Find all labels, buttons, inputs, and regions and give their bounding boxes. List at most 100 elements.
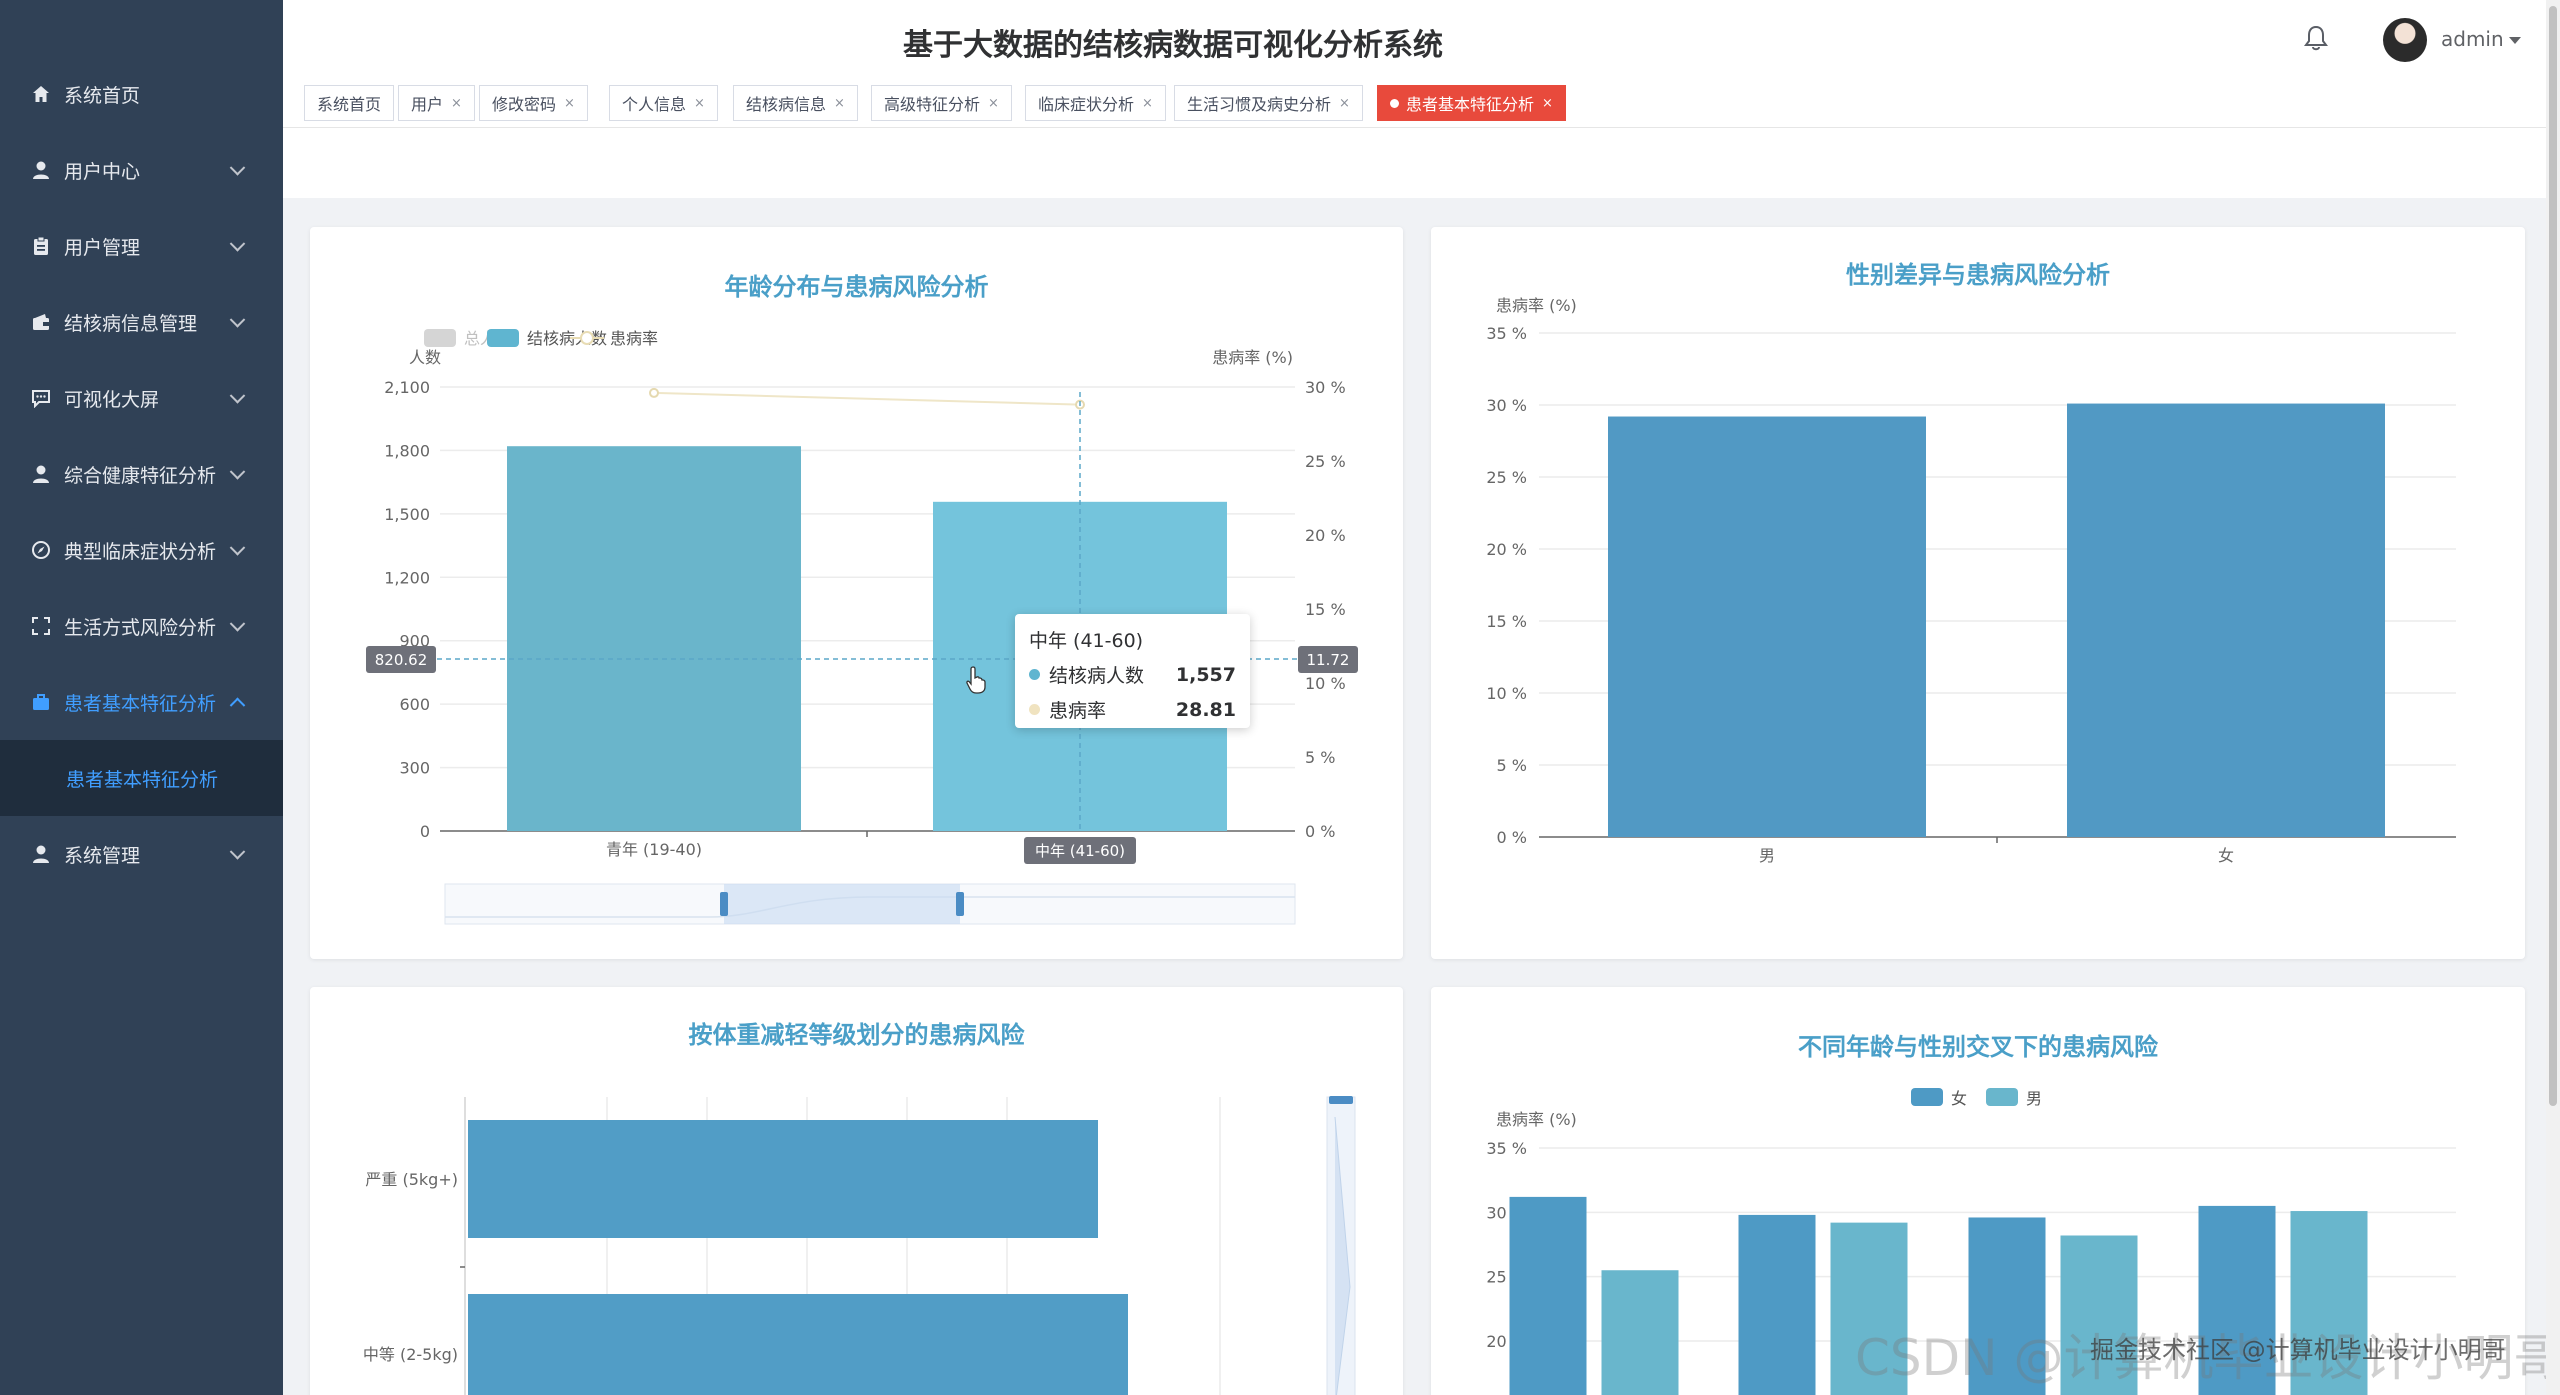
tag-lifestyle-analysis[interactable]: 生活习惯及病史分析 × [1174, 85, 1363, 121]
bell-icon[interactable] [2303, 24, 2329, 52]
sidebar-item-big-screen[interactable]: 可视化大屏 [0, 360, 283, 436]
sidebar-item-label: 结核病信息管理 [64, 312, 198, 335]
tooltip-value: 1,557 [1175, 663, 1236, 686]
sidebar-item-label: 患者基本特征分析 [64, 692, 217, 715]
bar [1608, 416, 1926, 837]
y-axis-name: 患病率 (%) [1496, 296, 1577, 315]
caret-down-icon[interactable] [2509, 37, 2521, 44]
age-distribution-chart[interactable]: 总人数结核病人数患病率人数患病率 (%)03006009001,2001,500… [310, 227, 1403, 959]
age-distribution-panel: 年龄分布与患病风险分析 总人数结核病人数患病率人数患病率 (%)03006009… [310, 227, 1403, 959]
tooltip-dot [1029, 669, 1040, 680]
y-axis-name: 患病率 (%) [1496, 1110, 1577, 1129]
close-icon[interactable]: × [1142, 96, 1153, 111]
close-icon[interactable]: × [451, 96, 462, 111]
user-icon [30, 843, 52, 865]
y-tick-label: 30 % [1486, 396, 1527, 415]
sidebar-item-label: 综合健康特征分析 [64, 464, 217, 487]
sidebar-item-symptom-analysis[interactable]: 典型临床症状分析 [0, 512, 283, 588]
sidebar-item-health-analysis[interactable]: 综合健康特征分析 [0, 436, 283, 512]
gender-difference-chart[interactable]: 患病率 (%) 0 % 5 % 10 % 15 % 20 % 25 % 30 % 35 % 男 女 [1431, 227, 2525, 959]
tag-advanced-analysis[interactable]: 高级特征分析 × [871, 85, 1012, 121]
top-header: 基于大数据的结核病数据可视化分析系统 admin [283, 0, 2560, 78]
sidebar-item-user-management[interactable]: 用户管理 [0, 208, 283, 284]
tooltip-series-name: 结核病人数 [1049, 665, 1145, 687]
chart-tooltip: 中年 (41-60) 结核病人数 1,557 患病率 28.81 [1015, 614, 1250, 728]
y-tick-label: 1,500 [384, 505, 430, 524]
tooltip-series-name: 患病率 [1049, 700, 1107, 722]
weight-loss-chart[interactable]: 严重 (5kg+) 中等 (2-5kg) [310, 987, 1403, 1395]
y-right-tick-label: 15 % [1305, 600, 1346, 619]
legend-label: 患病率 [610, 329, 658, 348]
avatar[interactable] [2383, 18, 2427, 62]
y-tick-label: 15 % [1486, 612, 1527, 631]
chevron-down-icon [229, 236, 246, 252]
bar [2067, 403, 2385, 837]
sidebar-item-label: 可视化大屏 [64, 388, 160, 411]
watermark-overlay: 掘金技术社区 @计算机毕业设计小明哥 [2090, 1336, 2506, 1364]
tag-user[interactable]: 用户 × [398, 85, 475, 121]
bar [468, 1294, 1128, 1395]
tag-home[interactable]: 系统首页 [304, 85, 395, 121]
close-icon[interactable]: × [564, 96, 575, 111]
data-zoom-handle-left [720, 892, 728, 916]
close-icon[interactable]: × [988, 96, 999, 111]
tooltip-row: 患病率 28.81 [1029, 696, 1236, 723]
tag-label: 结核病信息 [746, 95, 827, 114]
data-zoom-handle-right [956, 892, 964, 916]
tag-change-password[interactable]: 修改密码 × [479, 85, 588, 121]
tag-tb-info[interactable]: 结核病信息 × [733, 85, 858, 121]
data-zoom-handle [1329, 1096, 1353, 1104]
y-right-tick-label: 30 % [1305, 378, 1346, 397]
tag-label: 生活习惯及病史分析 [1187, 95, 1332, 114]
chevron-down-icon [229, 464, 246, 480]
axis-pointer-label: 中年 (41-60) [1035, 842, 1125, 860]
tag-label: 高级特征分析 [884, 95, 981, 114]
tooltip-dot [1029, 704, 1040, 715]
chevron-down-icon [229, 616, 246, 632]
tag-label: 用户 [411, 95, 444, 114]
close-icon[interactable]: × [1339, 96, 1350, 111]
hand-cursor-icon [966, 666, 986, 694]
username[interactable]: admin [2441, 27, 2504, 51]
legend-swatch [424, 329, 456, 347]
sidebar-item-patient-analysis[interactable]: 患者基本特征分析 [0, 664, 283, 740]
close-icon[interactable]: × [1542, 96, 1553, 111]
bar [468, 1120, 1098, 1238]
sidebar-item-label: 系统首页 [64, 84, 141, 107]
tag-patient-analysis[interactable]: 患者基本特征分析 × [1377, 85, 1566, 121]
scrollbar-thumb[interactable] [2549, 6, 2557, 1106]
legend-label: 女 [1951, 1089, 1967, 1108]
app-title: 基于大数据的结核病数据可视化分析系统 [903, 28, 1443, 63]
sidebar-item-home[interactable]: 系统首页 [0, 56, 283, 132]
sidebar-item-label: 用户中心 [64, 160, 141, 183]
legend-swatch [580, 331, 594, 345]
y-axis-right-name: 患病率 (%) [1212, 348, 1293, 367]
chevron-up-icon [229, 697, 246, 714]
y-tick-label: 1,200 [384, 568, 430, 587]
clipboard-icon [30, 235, 52, 257]
sidebar-item-tb-info-management[interactable]: 结核病信息管理 [0, 284, 283, 360]
tag-symptom-analysis[interactable]: 临床症状分析 × [1025, 85, 1166, 121]
tag-personal-info[interactable]: 个人信息 × [609, 85, 718, 121]
y-tick-label: 25 % [1486, 468, 1527, 487]
y-right-tick-label: 0 % [1305, 822, 1335, 841]
y-tick-label: 300 [399, 759, 430, 778]
chat-icon [30, 387, 52, 409]
sidebar-item-lifestyle-analysis[interactable]: 生活方式风险分析 [0, 588, 283, 664]
tags-view: 系统首页 用户 × 修改密码 × 个人信息 × 结核病信息 × 高级特征分析 × 临床症状… [283, 78, 2560, 128]
submenu-item-patient-analysis[interactable]: 患者基本特征分析 [0, 740, 283, 816]
close-icon[interactable]: × [694, 96, 705, 111]
page-scrollbar[interactable] [2546, 0, 2560, 1395]
y-tick-label: 2,100 [384, 378, 430, 397]
sidebar-item-system-management[interactable]: 系统管理 [0, 816, 283, 892]
sidebar-item-user-center[interactable]: 用户中心 [0, 132, 283, 208]
y-tick-label: 10 % [1486, 684, 1527, 703]
legend-label: 男 [2026, 1089, 2042, 1108]
y-right-tick-label: 25 % [1305, 452, 1346, 471]
chevron-down-icon [229, 312, 246, 328]
y-right-tick-label: 10 % [1305, 674, 1346, 693]
chevron-down-icon [229, 160, 246, 176]
close-icon[interactable]: × [834, 96, 845, 111]
gender-difference-panel: 性别差异与患病风险分析 患病率 (%) 0 % 5 % 10 % 15 % 20 % 25 … [1431, 227, 2525, 959]
axis-pointer-label: 11.72 [1307, 651, 1350, 669]
